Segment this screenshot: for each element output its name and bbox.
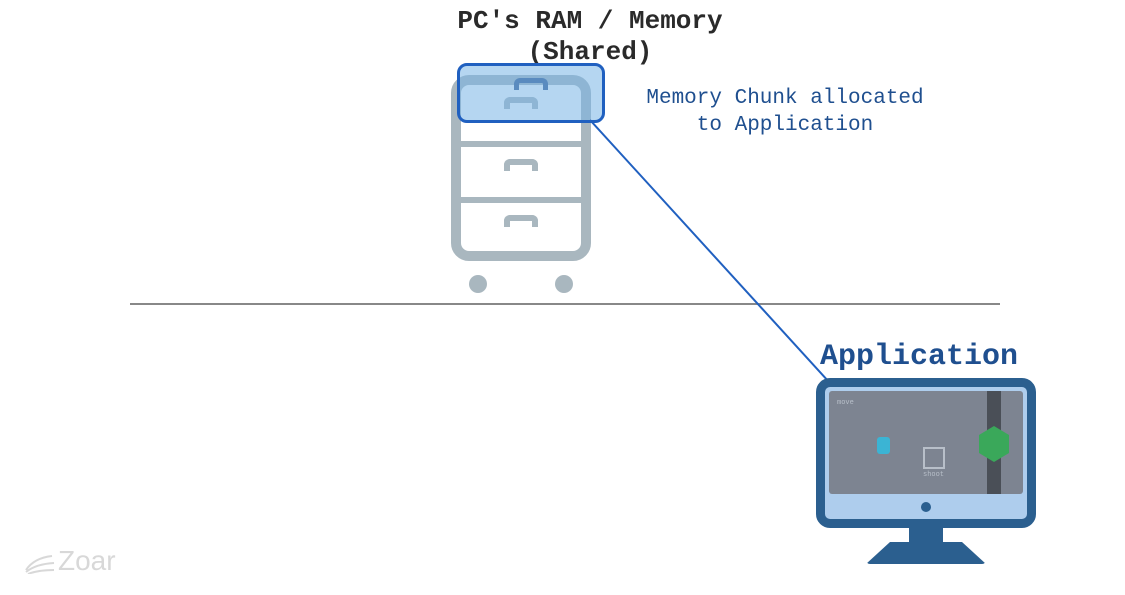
- drawer-handle-icon: [504, 159, 538, 171]
- game-character-icon: [877, 437, 890, 454]
- chunk-label-line1: Memory Chunk allocated: [646, 87, 923, 110]
- cabinet-wheel-icon: [555, 275, 573, 293]
- cabinet-wheel-icon: [469, 275, 487, 293]
- monitor-button-icon: [921, 502, 931, 512]
- monitor-frame: move shoot: [816, 378, 1036, 528]
- application-title: Application: [820, 340, 1018, 374]
- memory-chunk-label: Memory Chunk allocated to Application: [615, 85, 955, 140]
- section-divider: [130, 303, 1000, 305]
- game-label: shoot: [923, 471, 944, 479]
- cabinet-drawer: [461, 197, 581, 255]
- application-monitor-icon: move shoot: [816, 378, 1036, 566]
- monitor-stand: [909, 524, 943, 544]
- chunk-label-line2: to Application: [697, 114, 873, 137]
- watermark: Zoar: [24, 545, 116, 577]
- allocated-memory-chunk: [457, 63, 605, 123]
- monitor-base: [866, 542, 986, 564]
- ram-title-line1: PC's RAM / Memory: [457, 6, 722, 36]
- ram-cabinet-icon: [451, 75, 591, 275]
- cabinet-drawer: [461, 141, 581, 199]
- game-gem-icon: [979, 426, 1009, 462]
- ram-title: PC's RAM / Memory (Shared): [380, 6, 800, 68]
- drawer-handle-icon: [514, 78, 548, 90]
- watermark-text: Zoar: [58, 545, 116, 576]
- monitor-screen: move shoot: [829, 391, 1023, 494]
- watermark-wings-icon: [24, 552, 58, 574]
- drawer-handle-icon: [504, 215, 538, 227]
- game-label: move: [837, 399, 854, 407]
- game-box-icon: [923, 447, 945, 469]
